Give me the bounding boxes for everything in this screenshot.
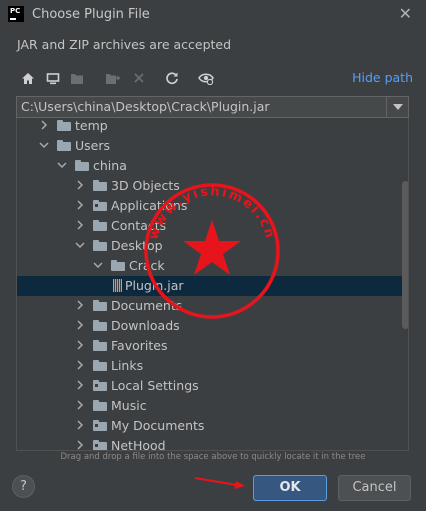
tree-item-label: Favorites — [111, 338, 168, 353]
tree-folder-row[interactable]: Links — [17, 356, 408, 376]
folder-icon — [111, 260, 125, 271]
pycharm-app-icon: PC — [8, 6, 24, 22]
tree-item-label: Links — [111, 358, 144, 373]
chevron-right-icon[interactable] — [75, 320, 85, 330]
tree-item-label: china — [93, 158, 127, 173]
red-arrow-annotation — [194, 477, 245, 489]
watermark-stamp: www.yishimei.cn — [144, 183, 280, 319]
tree-folder-row[interactable]: temp — [17, 118, 408, 136]
title-bar: PC Choose Plugin File ✕ — [0, 0, 426, 30]
tree-item-label: Local Settings — [111, 378, 199, 393]
chevron-down-icon[interactable] — [93, 260, 103, 270]
folder-icon — [57, 120, 71, 131]
tree-item-label: temp — [75, 118, 108, 133]
chevron-down-icon[interactable] — [57, 160, 67, 170]
chevron-right-icon[interactable] — [39, 120, 49, 130]
close-icon[interactable]: ✕ — [399, 4, 412, 23]
new-folder-icon[interactable] — [103, 69, 121, 87]
window-title: Choose Plugin File — [32, 7, 150, 22]
chevron-right-icon[interactable] — [75, 360, 85, 370]
chevron-right-icon[interactable] — [75, 300, 85, 310]
folder-link-icon — [93, 200, 107, 211]
folder-icon — [75, 160, 89, 171]
folder-link-icon — [93, 380, 107, 391]
chevron-right-icon[interactable] — [75, 180, 85, 190]
tree-folder-row[interactable]: Users — [17, 136, 408, 156]
chevron-down-icon[interactable] — [39, 140, 49, 150]
folder-icon — [93, 180, 107, 191]
chevron-right-icon[interactable] — [75, 400, 85, 410]
refresh-icon[interactable] — [163, 69, 181, 87]
tree-folder-row[interactable]: Music — [17, 396, 408, 416]
folder-link-icon — [93, 440, 107, 450]
chevron-right-icon[interactable] — [75, 220, 85, 230]
tree-folder-row[interactable]: china — [17, 156, 408, 176]
show-hidden-icon[interactable] — [197, 69, 215, 87]
chevron-right-icon[interactable] — [75, 380, 85, 390]
dialog-description: JAR and ZIP archives are accepted — [17, 37, 232, 52]
tree-folder-row[interactable]: Favorites — [17, 336, 408, 356]
delete-icon[interactable] — [130, 69, 148, 87]
hide-path-link[interactable]: Hide path — [352, 70, 413, 85]
tree-item-label: Music — [111, 398, 147, 413]
chevron-down-icon[interactable] — [386, 97, 408, 117]
tree-item-label: NetHood — [111, 438, 166, 451]
folder-icon — [93, 240, 107, 251]
help-button[interactable]: ? — [12, 475, 35, 498]
project-icon[interactable] — [68, 69, 86, 87]
folder-icon — [93, 220, 107, 231]
chevron-right-icon[interactable] — [75, 200, 85, 210]
tree-item-label: My Documents — [111, 418, 205, 433]
chevron-right-icon[interactable] — [75, 440, 85, 450]
tree-folder-row[interactable]: My Documents — [17, 416, 408, 436]
file-chooser-toolbar: Hide path — [16, 66, 416, 90]
folder-icon — [93, 400, 107, 411]
tree-scrollbar[interactable] — [402, 181, 408, 329]
folder-icon — [93, 340, 107, 351]
tree-folder-row[interactable]: NetHood — [17, 436, 408, 451]
chevron-right-icon[interactable] — [75, 340, 85, 350]
path-input[interactable]: C:\Users\china\Desktop\Crack\Plugin.jar — [21, 99, 270, 114]
ok-button[interactable]: OK — [253, 475, 327, 501]
folder-icon — [93, 360, 107, 371]
drag-drop-hint: Drag and drop a file into the space abov… — [60, 452, 366, 462]
folder-icon — [93, 300, 107, 311]
chevron-right-icon[interactable] — [75, 420, 85, 430]
cancel-button[interactable]: Cancel — [338, 475, 411, 501]
folder-icon — [57, 140, 71, 151]
jar-file-icon — [113, 279, 122, 292]
folder-link-icon — [93, 420, 107, 431]
home-icon[interactable] — [19, 69, 37, 87]
folder-icon — [93, 320, 107, 331]
path-combo-box[interactable]: C:\Users\china\Desktop\Crack\Plugin.jar — [16, 96, 409, 118]
tree-item-label: Users — [75, 138, 111, 153]
tree-folder-row[interactable]: Local Settings — [17, 376, 408, 396]
chevron-down-icon[interactable] — [75, 240, 85, 250]
desktop-icon[interactable] — [44, 69, 62, 87]
